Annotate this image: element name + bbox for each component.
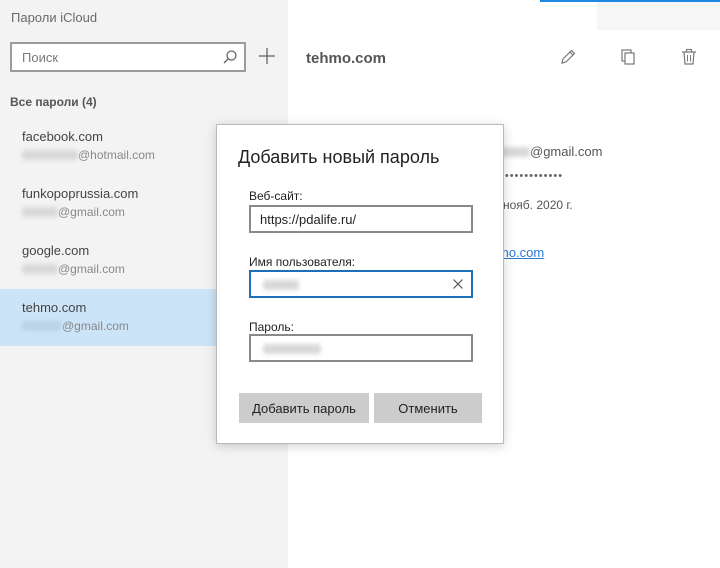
redacted-username <box>22 264 58 274</box>
item-email-domain: @gmail.com <box>62 319 129 333</box>
close-icon[interactable] <box>452 278 464 290</box>
password-label: Пароль: <box>249 320 294 334</box>
cancel-button[interactable]: Отменить <box>374 393 482 423</box>
search-input[interactable] <box>12 44 212 70</box>
website-label: Веб-сайт: <box>249 189 303 203</box>
dialog-title: Добавить новый пароль <box>238 147 440 167</box>
detail-title: tehmo.com <box>306 50 387 67</box>
password-field[interactable] <box>249 334 473 362</box>
add-password-dialog: Добавить новый пароль Веб-сайт: Имя поль… <box>216 124 504 444</box>
title-bar-area <box>597 0 720 30</box>
app-title: Пароли iCloud <box>11 10 98 25</box>
add-password-button[interactable]: Добавить пароль <box>239 393 369 423</box>
title-bar-accent <box>540 0 720 2</box>
search-icon[interactable] <box>222 49 238 65</box>
detail-email-domain: @gmail.com <box>530 144 603 159</box>
plus-icon[interactable] <box>257 46 277 66</box>
pencil-icon[interactable] <box>559 48 577 66</box>
item-email-domain: @gmail.com <box>58 262 125 276</box>
detail-website-link[interactable]: mo.com <box>498 245 544 260</box>
redacted-password <box>263 344 321 354</box>
username-field[interactable] <box>249 270 473 298</box>
item-email-domain: @gmail.com <box>58 205 125 219</box>
website-field[interactable] <box>249 205 473 233</box>
section-label: Все пароли (4) <box>10 95 97 109</box>
username-label: Имя пользователя: <box>249 255 356 269</box>
redacted-username <box>263 280 299 290</box>
redacted-username <box>22 207 58 217</box>
redacted-username <box>22 321 62 331</box>
copy-icon[interactable] <box>619 48 637 66</box>
detail-username: @gmail.com <box>498 144 602 159</box>
website-input[interactable] <box>251 207 471 231</box>
detail-date: нояб. 2020 г. <box>503 198 573 212</box>
item-email-domain: @hotmail.com <box>78 148 155 162</box>
detail-password: ••••••••••••• <box>500 170 564 182</box>
trash-icon[interactable] <box>680 48 698 66</box>
redacted-username <box>22 150 78 160</box>
search-box[interactable] <box>10 42 246 72</box>
